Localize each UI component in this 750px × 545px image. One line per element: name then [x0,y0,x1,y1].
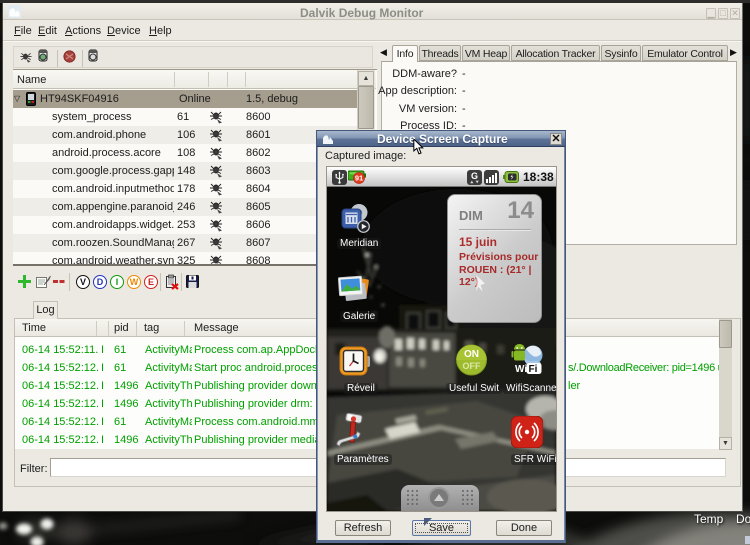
svg-text:Fi: Fi [529,364,538,375]
svg-text:Wi: Wi [515,364,527,375]
svg-text:ON: ON [464,349,479,360]
svg-text:OFF: OFF [463,361,481,371]
svg-text:91: 91 [355,174,363,183]
svg-text:G: G [471,171,478,181]
